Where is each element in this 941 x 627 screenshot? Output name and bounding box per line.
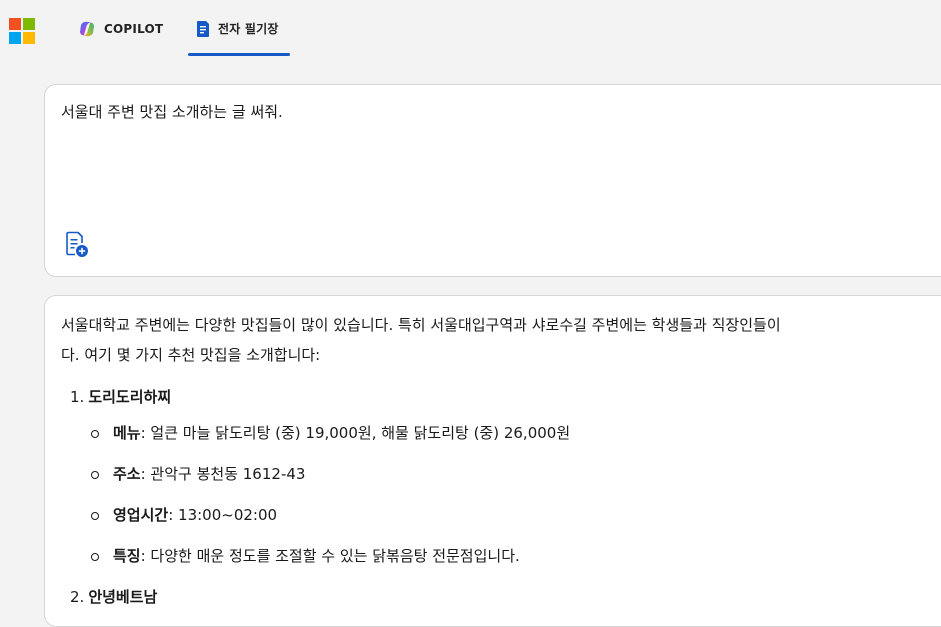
detail-item: 메뉴: 얼큰 마늘 닭도리탕 (중) 19,000원, 해물 닭도리탕 (중) …	[91, 418, 941, 448]
list-item-title-text: 안녕베트남	[88, 588, 158, 606]
detail-value: : 얼큰 마늘 닭도리탕 (중) 19,000원, 해물 닭도리탕 (중) 26…	[140, 424, 571, 442]
add-note-icon[interactable]	[64, 231, 90, 259]
bullet-icon	[91, 512, 99, 520]
detail-item: 영업시간: 13:00~02:00	[91, 500, 941, 530]
bullet-icon	[91, 553, 99, 561]
list-item-title-text: 도리도리하찌	[88, 388, 172, 406]
answer-body: 서울대학교 주변에는 다양한 맛집들이 많이 있습니다. 특히 서울대입구역과 …	[61, 310, 941, 612]
list-item-number: 1.	[70, 388, 85, 406]
detail-key: 주소	[113, 465, 141, 483]
detail-list: 메뉴: 얼큰 마늘 닭도리탕 (중) 19,000원, 해물 닭도리탕 (중) …	[61, 418, 941, 571]
intro-text-line-1: 서울대학교 주변에는 다양한 맛집들이 많이 있습니다. 특히 서울대입구역과 …	[61, 316, 781, 334]
copilot-icon	[80, 21, 94, 37]
list-item-title: 1. 도리도리하찌	[61, 382, 941, 412]
detail-value: : 관악구 봉천동 1612-43	[140, 465, 306, 483]
tab-copilot-label: COPILOT	[104, 22, 164, 36]
active-tab-indicator	[188, 53, 290, 56]
notebook-icon	[197, 21, 209, 37]
answer-card: 서울대학교 주변에는 다양한 맛집들이 많이 있습니다. 특히 서울대입구역과 …	[44, 295, 941, 627]
prompt-text[interactable]: 서울대 주변 맛집 소개하는 글 써줘.	[61, 101, 283, 122]
bullet-icon	[91, 471, 99, 479]
top-bar: COPILOT 전자 필기장	[0, 0, 941, 60]
microsoft-logo-icon[interactable]	[9, 18, 35, 44]
list-item-number: 2.	[70, 588, 85, 606]
detail-item: 특징: 다양한 매운 정도를 조절할 수 있는 닭볶음탕 전문점입니다.	[91, 541, 941, 571]
tab-copilot[interactable]: COPILOT	[78, 20, 163, 56]
tab-notebook-label: 전자 필기장	[218, 22, 279, 36]
detail-key: 특징	[113, 547, 141, 565]
detail-value: : 다양한 매운 정도를 조절할 수 있는 닭볶음탕 전문점입니다.	[140, 547, 520, 565]
bullet-icon	[91, 430, 99, 438]
detail-item: 주소: 관악구 봉천동 1612-43	[91, 459, 941, 489]
intro-text-line-2: 다. 여기 몇 가지 추천 맛집을 소개합니다:	[61, 346, 321, 364]
tab-notebook[interactable]: 전자 필기장	[196, 20, 279, 56]
prompt-card[interactable]: 서울대 주변 맛집 소개하는 글 써줘.	[44, 84, 941, 277]
list-item-title: 2. 안녕베트남	[61, 582, 941, 612]
detail-value: : 13:00~02:00	[168, 506, 278, 524]
detail-key: 메뉴	[113, 424, 141, 442]
detail-key: 영업시간	[113, 506, 169, 524]
